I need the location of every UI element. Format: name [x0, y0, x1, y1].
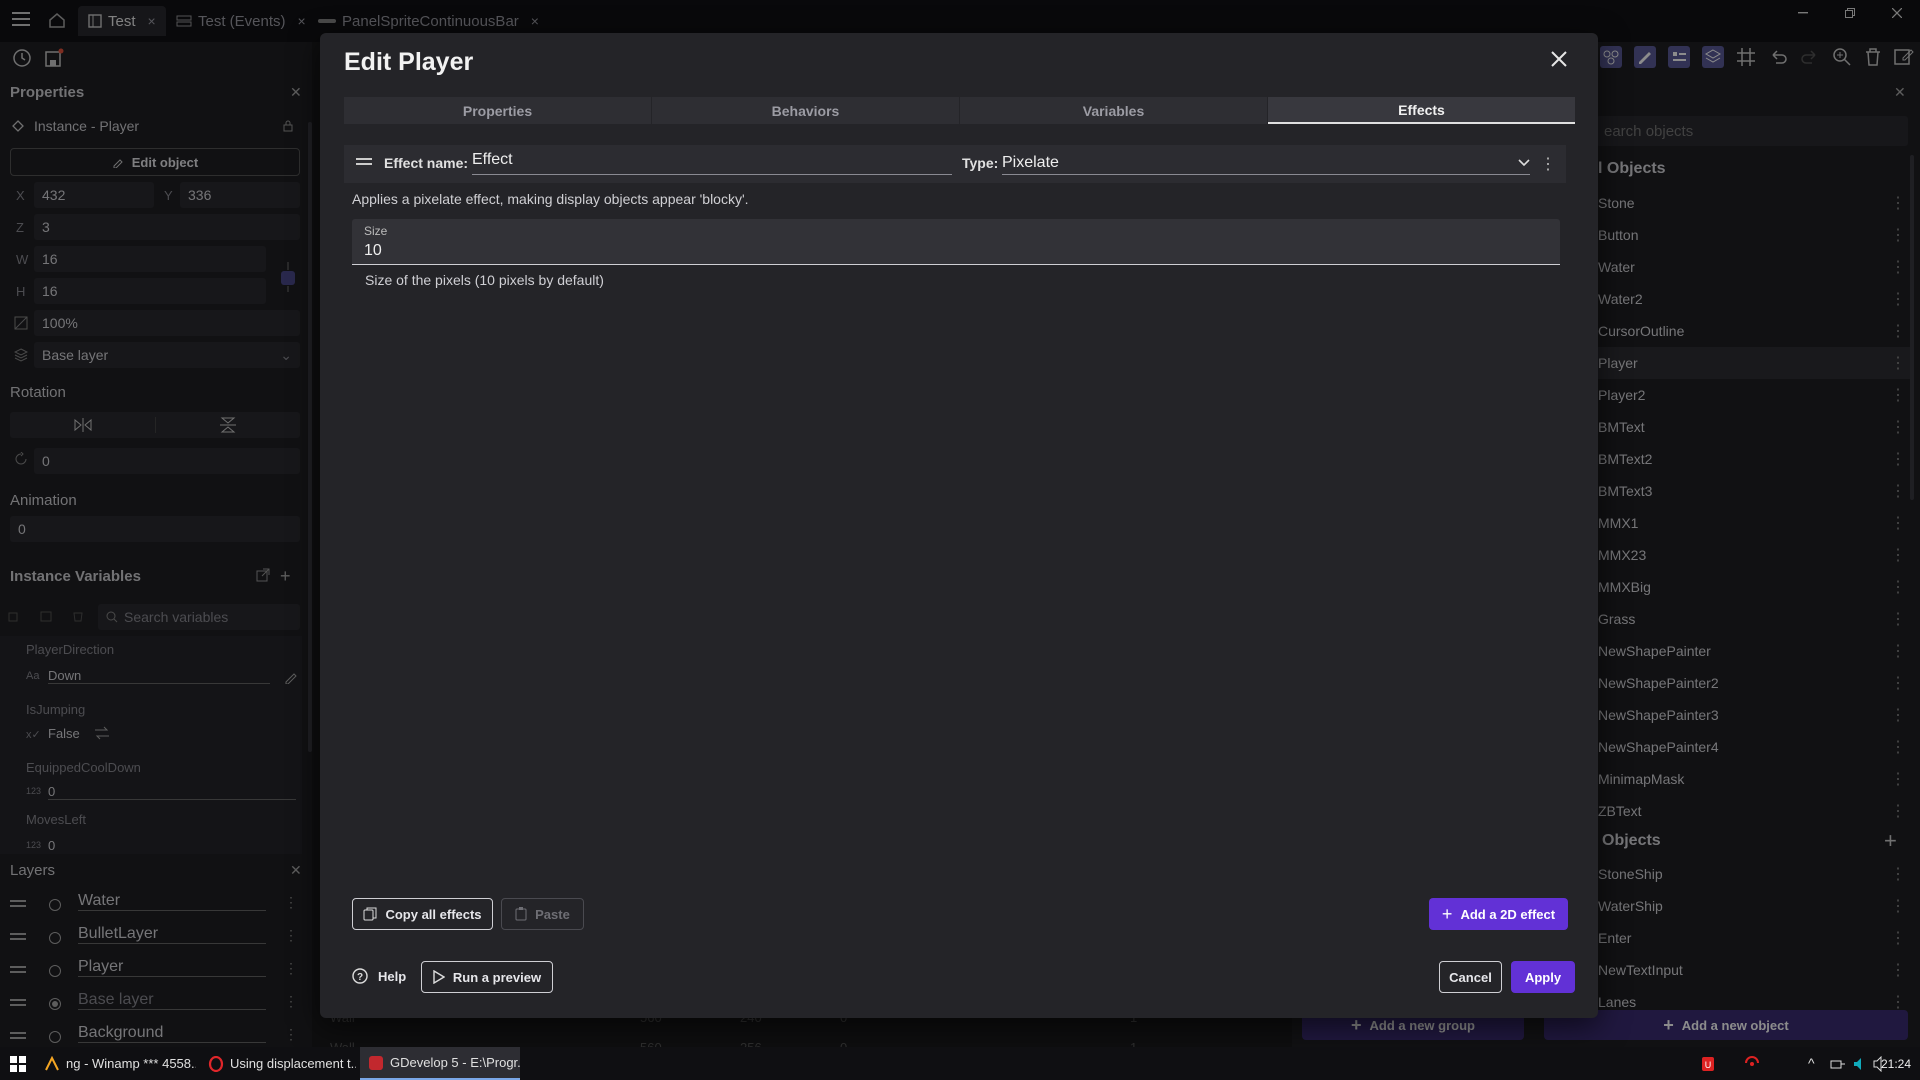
network-icon[interactable]	[1830, 1057, 1846, 1071]
svg-text:?: ?	[357, 972, 363, 983]
play-icon	[433, 970, 445, 984]
copy-all-effects-button[interactable]: Copy all effects	[352, 898, 493, 930]
plus-icon: +	[1441, 903, 1453, 924]
size-help-text: Size of the pixels (10 pixels by default…	[365, 272, 604, 288]
chevron-down-icon	[1518, 158, 1530, 167]
effect-name-input[interactable]: Effect	[472, 151, 952, 175]
close-dialog-icon[interactable]	[1550, 50, 1568, 68]
volume-icon[interactable]	[1852, 1056, 1868, 1072]
apply-button[interactable]: Apply	[1511, 961, 1575, 993]
opera-icon	[208, 1055, 224, 1072]
more-icon[interactable]: ⋮	[1540, 154, 1556, 174]
size-label: Size	[364, 224, 388, 238]
chevron-up-icon[interactable]: ^	[1808, 1055, 1815, 1071]
add-2d-effect-button[interactable]: + Add a 2D effect	[1429, 898, 1568, 930]
windows-start-icon[interactable]	[10, 1056, 26, 1072]
effect-name-label: Effect name:	[384, 155, 469, 171]
tab-variables[interactable]: Variables	[960, 97, 1267, 124]
tab-effects[interactable]: Effects	[1268, 97, 1575, 124]
tray-app-icon[interactable]: U	[1700, 1055, 1716, 1073]
type-label: Type:	[962, 155, 999, 171]
paste-button[interactable]: Paste	[501, 898, 584, 930]
taskbar-item-browser[interactable]: Using displacement t...	[200, 1047, 356, 1080]
clock: 21:24	[1881, 1057, 1912, 1071]
tray-app2-icon[interactable]	[1744, 1055, 1760, 1071]
cancel-button[interactable]: Cancel	[1439, 961, 1502, 993]
paste-icon	[515, 907, 527, 921]
taskbar-item-winamp[interactable]: ng - Winamp *** 4558...	[36, 1047, 196, 1080]
effect-description: Applies a pixelate effect, making displa…	[352, 191, 749, 207]
run-preview-button[interactable]: Run a preview	[421, 961, 553, 993]
gdevelop-icon	[368, 1055, 384, 1071]
tab-behaviors[interactable]: Behaviors	[652, 97, 959, 124]
dialog-title: Edit Player	[344, 48, 474, 76]
help-button[interactable]: ? Help	[352, 968, 406, 984]
tab-properties[interactable]: Properties	[344, 97, 651, 124]
taskbar-item-gdevelop[interactable]: GDevelop 5 - E:\Progr...	[360, 1047, 520, 1080]
effect-type-select[interactable]: Pixelate	[1002, 151, 1530, 175]
drag-handle-icon[interactable]	[356, 157, 372, 167]
size-value: 10	[364, 242, 382, 259]
help-icon: ?	[352, 968, 368, 984]
taskbar: ng - Winamp *** 4558... Using displaceme…	[0, 1047, 1920, 1080]
copy-icon	[363, 907, 377, 921]
size-field[interactable]: Size 10	[352, 219, 1560, 265]
winamp-icon	[44, 1055, 60, 1072]
svg-text:U: U	[1705, 1060, 1712, 1070]
